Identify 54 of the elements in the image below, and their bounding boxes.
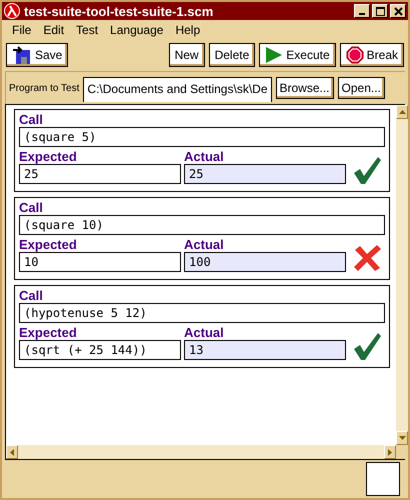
down-arrow-icon bbox=[398, 436, 406, 440]
left-arrow-icon bbox=[10, 448, 14, 456]
execute-button[interactable]: Execute bbox=[259, 43, 336, 67]
expected-label: Expected bbox=[19, 238, 78, 252]
menu-item[interactable]: Help bbox=[169, 23, 206, 37]
menu-item[interactable]: File bbox=[6, 23, 38, 37]
save-button[interactable]: Save bbox=[6, 43, 68, 67]
actual-label: Actual bbox=[184, 326, 225, 340]
actual-field: 100 bbox=[184, 252, 346, 272]
actual-label: Actual bbox=[184, 150, 225, 164]
expected-field[interactable]: 25 bbox=[19, 164, 181, 184]
call-field[interactable]: (square 5) bbox=[19, 127, 385, 147]
actual-field: 25 bbox=[184, 164, 346, 184]
menu-item[interactable]: Test bbox=[70, 23, 104, 37]
call-label: Call bbox=[19, 113, 44, 127]
call-label: Call bbox=[19, 289, 44, 303]
scroll-up-button[interactable] bbox=[396, 105, 408, 119]
expected-field[interactable]: (sqrt (+ 25 144)) bbox=[19, 340, 181, 360]
scroll-right-button[interactable] bbox=[384, 445, 396, 459]
expected-label: Expected bbox=[19, 150, 78, 164]
close-icon bbox=[394, 6, 402, 16]
play-icon bbox=[265, 46, 284, 64]
close-button[interactable] bbox=[390, 4, 406, 18]
minimize-button[interactable] bbox=[354, 4, 370, 18]
delete-button[interactable]: Delete bbox=[208, 43, 256, 67]
maximize-icon bbox=[376, 6, 384, 16]
horizontal-scrollbar[interactable] bbox=[6, 445, 396, 459]
vertical-scrollbar[interactable] bbox=[396, 105, 408, 445]
expected-label: Expected bbox=[19, 326, 78, 340]
floppy-disk-icon bbox=[12, 45, 32, 65]
right-arrow-icon bbox=[388, 448, 392, 456]
actual-label: Actual bbox=[184, 238, 225, 252]
scroll-left-button[interactable] bbox=[6, 445, 18, 459]
program-path-field[interactable]: C:\Documents and Settings\sk\De bbox=[83, 77, 272, 102]
call-field[interactable]: (hypotenuse 5 12) bbox=[19, 303, 385, 323]
up-arrow-icon bbox=[398, 110, 406, 114]
stop-icon bbox=[346, 46, 364, 64]
actual-field: 13 bbox=[184, 340, 346, 360]
menu-item[interactable]: Edit bbox=[37, 23, 70, 37]
program-label: Program to Test bbox=[9, 82, 80, 94]
menu-item[interactable]: Language bbox=[104, 23, 170, 37]
new-button[interactable]: New bbox=[168, 43, 205, 67]
minimize-icon bbox=[359, 13, 365, 15]
call-label: Call bbox=[19, 201, 44, 215]
lambda-icon bbox=[4, 3, 20, 19]
call-field[interactable]: (square 10) bbox=[19, 215, 385, 235]
window-title: test-suite-tool-test-suite-1.scm bbox=[24, 4, 214, 18]
expected-field[interactable]: 10 bbox=[19, 252, 181, 272]
open-button[interactable]: Open... bbox=[338, 77, 385, 99]
browse-button[interactable]: Browse... bbox=[276, 77, 334, 99]
maximize-button[interactable] bbox=[372, 4, 388, 18]
status-box bbox=[366, 462, 400, 496]
scroll-down-button[interactable] bbox=[396, 431, 408, 445]
break-button[interactable]: Break bbox=[340, 43, 404, 67]
